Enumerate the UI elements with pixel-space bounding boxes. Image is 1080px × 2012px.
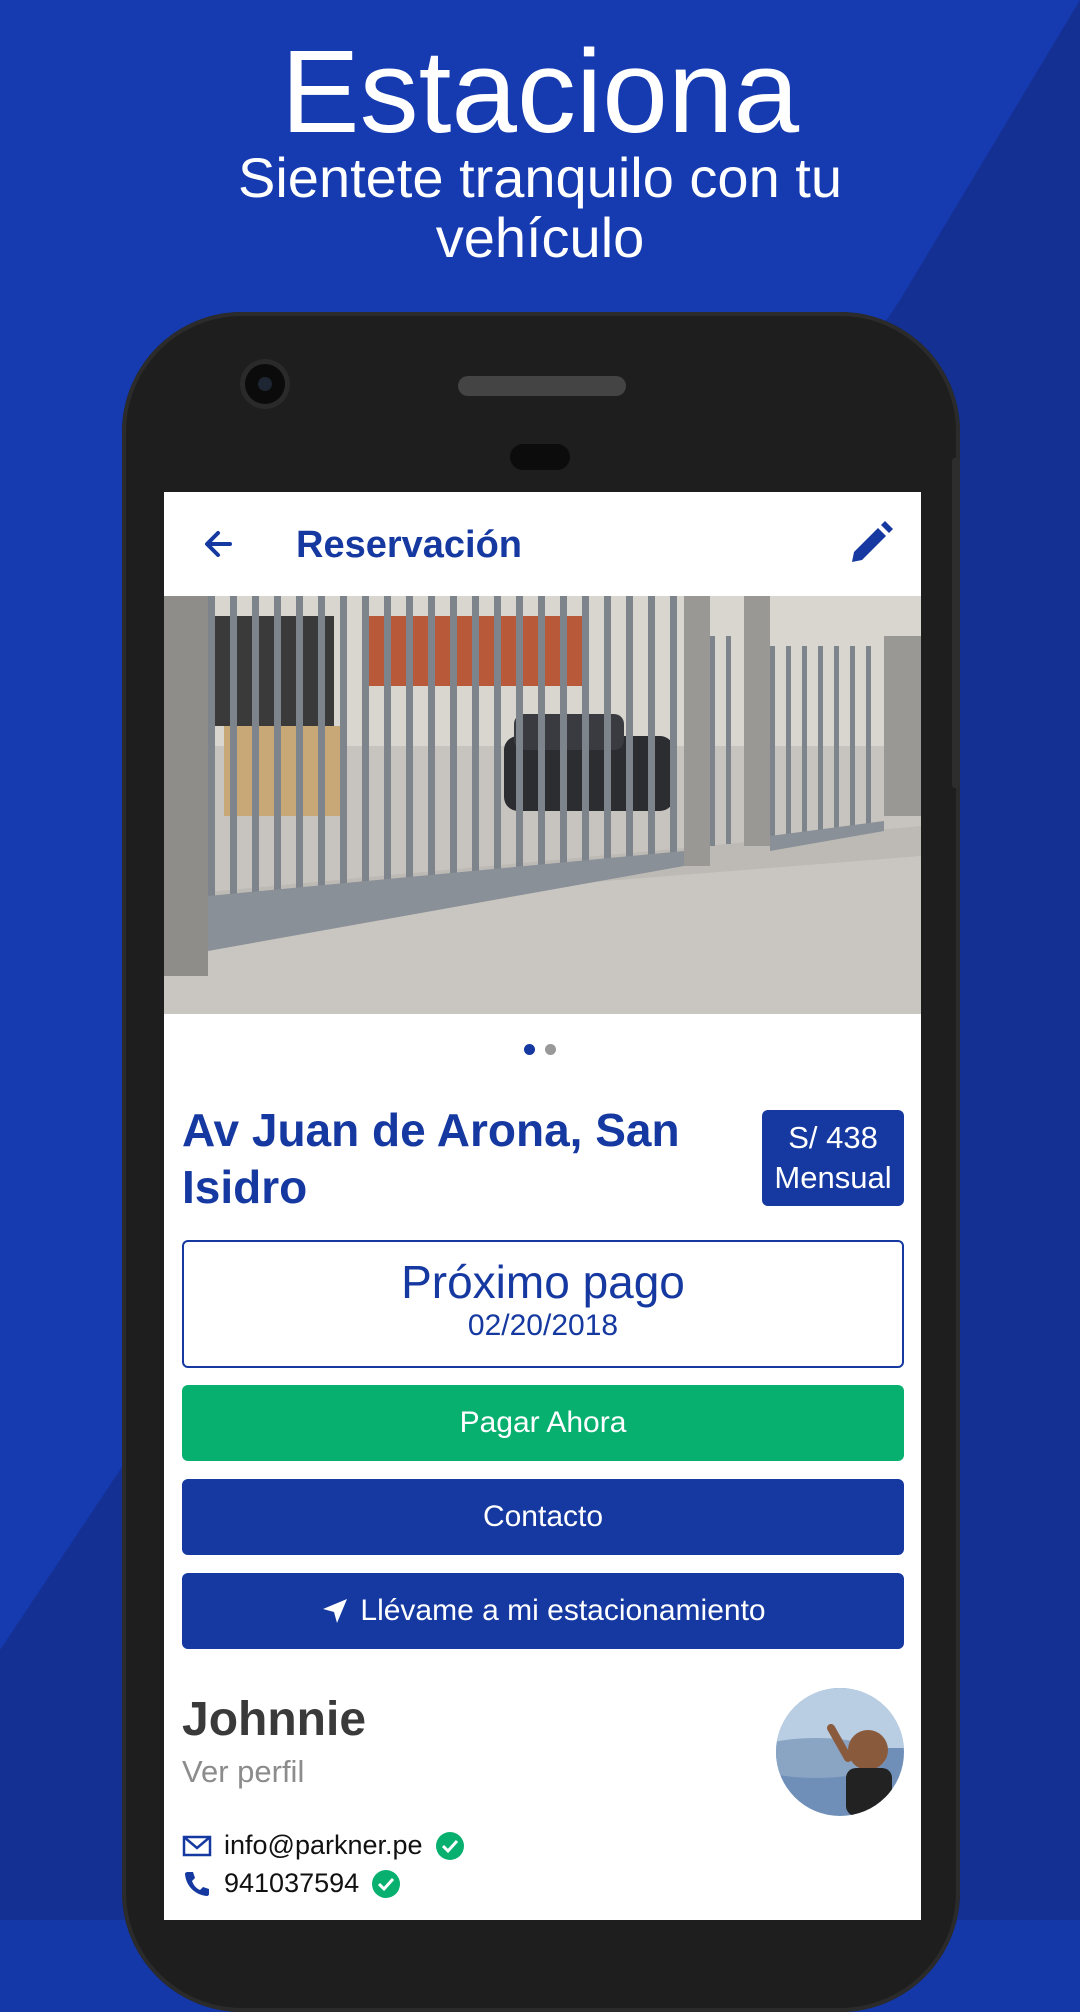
earpiece-speaker — [458, 376, 626, 396]
price-period: Mensual — [774, 1160, 892, 1195]
next-payment-card: Próximo pago 02/20/2018 — [182, 1240, 904, 1368]
arrow-left-icon — [205, 531, 232, 557]
app-screen: Reservación Av Juan de Arona, San Isidro… — [164, 492, 921, 1920]
carousel-dot[interactable] — [545, 1044, 556, 1055]
navigate-button[interactable]: Llévame a mi estacionamiento — [182, 1573, 904, 1649]
carousel-indicator — [524, 1044, 556, 1055]
next-payment-label: Próximo pago — [401, 1256, 685, 1308]
phone-side-button — [952, 458, 960, 788]
listing-address: Av Juan de Arona, San Isidro — [182, 1104, 680, 1213]
app-bar: Reservación — [164, 492, 921, 596]
pay-now-label: Pagar Ahora — [459, 1406, 627, 1439]
price-badge: S/ 438 Mensual — [762, 1110, 904, 1206]
page-title: Reservación — [296, 524, 523, 566]
owner-phone[interactable]: 941037594 — [224, 1868, 359, 1899]
parking-gate-image — [164, 596, 921, 1014]
owner-phone-row: 941037594 — [182, 1868, 401, 1899]
view-profile-link[interactable]: Ver perfil — [182, 1754, 304, 1790]
next-payment-date: 02/20/2018 — [467, 1309, 619, 1342]
navigate-label: Llévame a mi estacionamiento — [360, 1594, 766, 1627]
promo-title: Estaciona — [280, 26, 800, 158]
proximity-sensor — [510, 444, 570, 470]
verified-check-icon — [372, 1869, 401, 1898]
pay-now-button[interactable]: Pagar Ahora — [182, 1385, 904, 1461]
contact-label: Contacto — [482, 1500, 604, 1533]
parking-photo[interactable] — [164, 596, 921, 1014]
phone-icon — [185, 1871, 209, 1896]
navigation-arrow-icon — [323, 1599, 348, 1623]
back-button[interactable] — [194, 518, 244, 570]
owner-email[interactable]: info@parkner.pe — [224, 1830, 423, 1861]
promo-subtitle: Sientete tranquilo con tu vehículo — [238, 146, 842, 269]
pencil-icon — [852, 521, 893, 562]
front-camera — [245, 364, 285, 404]
owner-avatar[interactable] — [776, 1688, 904, 1816]
edit-button[interactable] — [844, 518, 896, 570]
contact-button[interactable]: Contacto — [182, 1479, 904, 1555]
mail-icon — [182, 1835, 212, 1856]
price-amount: S/ 438 — [788, 1120, 878, 1155]
carousel-dot-active[interactable] — [524, 1044, 535, 1055]
verified-check-icon — [435, 1831, 464, 1860]
avatar-photo — [776, 1688, 904, 1816]
owner-name: Johnnie — [182, 1693, 367, 1746]
owner-email-row: info@parkner.pe — [182, 1830, 465, 1861]
